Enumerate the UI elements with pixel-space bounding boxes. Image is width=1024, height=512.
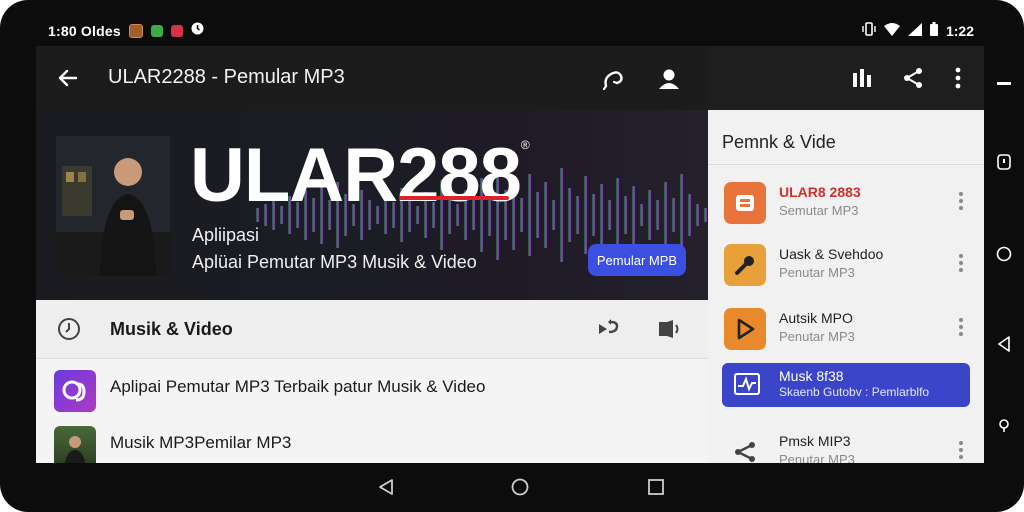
panel-item-title: ULAR8 2883 [779,184,861,200]
album-thumbnail [54,426,96,468]
back-arrow-icon[interactable] [54,64,82,92]
minimize-icon[interactable] [996,76,1012,92]
app-title: ULAR2288 - Pemular MP3 [108,66,345,88]
panel-item-active[interactable]: Musk 8f38 Skaenb Gutobv : Pemlarblfo [708,363,984,423]
system-rail [984,46,1024,466]
list-item-label: Aplipai Pemutar MP3 Terbaik patur Musik … [110,377,486,396]
section-header: Musik & Video [36,300,708,359]
side-panel: Pemnk & Vide ULAR8 2883 Semutar MP3 Uask… [708,110,984,467]
recent-icon[interactable] [996,154,1012,170]
navigation-bar [36,463,986,512]
repeat-icon[interactable] [596,316,622,342]
more-vert-icon[interactable] [948,66,968,90]
notification-badge-green [150,25,163,37]
player-icon [724,182,766,224]
status-clock: 1:22 [945,22,974,39]
waveform-icon [730,367,764,401]
home-circle-icon[interactable] [996,246,1012,262]
panel-item-subtitle: Semutar MP3 [779,203,859,218]
panel-title: Pemnk & Vide [722,132,836,152]
panel-item[interactable]: ULAR8 2883 Semutar MP3 [708,174,984,234]
panel-divider [708,164,984,165]
app-bar: ULAR2288 - Pemular MP3 [36,46,708,110]
back-triangle-icon[interactable] [996,336,1012,352]
link-icon[interactable] [598,64,628,94]
panel-item-title: Uask & Svehdoo [779,246,884,262]
panel-item-subtitle: Penutar MP3 [779,265,855,280]
app-thumbnail-icon [54,370,96,412]
item-more-icon[interactable] [958,439,964,461]
panel-item-title: Musk 8f38 [779,368,844,384]
account-icon[interactable] [654,64,684,94]
wifi-icon [883,22,900,39]
notification-badge-brown [128,24,143,38]
hero-subtitle-2: Aplüai Pemutar MP3 Musik & Video [192,252,477,272]
notification-badge-red [170,25,183,37]
back-triangle-icon[interactable] [376,477,396,497]
device-frame: 1:80 Oldes 1:22 ULAR2288 - Pemular MP3 U… [0,0,1024,512]
item-more-icon[interactable] [958,316,964,338]
panel-item-subtitle: Skaenb Gutobv : Pemlarblfo [779,385,930,399]
volume-icon[interactable] [656,316,682,342]
vibrate-icon [862,22,876,39]
assistant-icon[interactable] [996,418,1012,434]
artist-photo [56,136,170,276]
hero-banner: ULAR288® Apliipasi Aplüai Pemutar MP3 Mu… [36,110,708,300]
panel-item-subtitle: Penutar MP3 [779,329,855,344]
status-bar: 1:80 Oldes 1:22 [36,14,986,46]
main-content: Musik & Video Aplipai Pemutar MP3 Terbai… [36,300,708,468]
battery-icon [929,22,938,39]
alarm-icon [191,22,204,40]
registered-mark: ® [520,138,530,152]
clock-icon[interactable] [56,316,82,342]
equalizer-icon[interactable] [850,66,874,90]
brand-logo-text: ULAR288® [190,132,530,219]
recents-square-icon[interactable] [646,477,666,497]
item-more-icon[interactable] [958,252,964,274]
microphone-icon [724,244,766,286]
play-icon [724,308,766,350]
brand-underline [399,196,509,200]
brand-name: ULAR288 [190,133,522,218]
hero-cta-button[interactable]: Pemular MPB [588,244,686,276]
panel-item[interactable]: Uask & Svehdoo Penutar MP3 [708,236,984,296]
hero-subtitle-1: Apliipasi [192,225,260,245]
panel-item-title: Autsik MPO [779,310,853,326]
list-item-label: Musik MP3Pemilar MP3 [110,433,292,452]
list-item[interactable]: Aplipai Pemutar MP3 Terbaik patur Musik … [36,362,708,414]
panel-item-title: Pmsk MIP3 [779,433,851,449]
signal-icon [907,22,922,39]
share-icon[interactable] [901,66,925,90]
home-circle-icon[interactable] [510,477,530,497]
panel-toolbar [708,46,984,110]
status-left-text: 1:80 Oldes [48,23,121,39]
item-more-icon[interactable] [958,190,964,212]
panel-item[interactable]: Autsik MPO Penutar MP3 [708,300,984,360]
section-title: Musik & Video [110,319,233,339]
